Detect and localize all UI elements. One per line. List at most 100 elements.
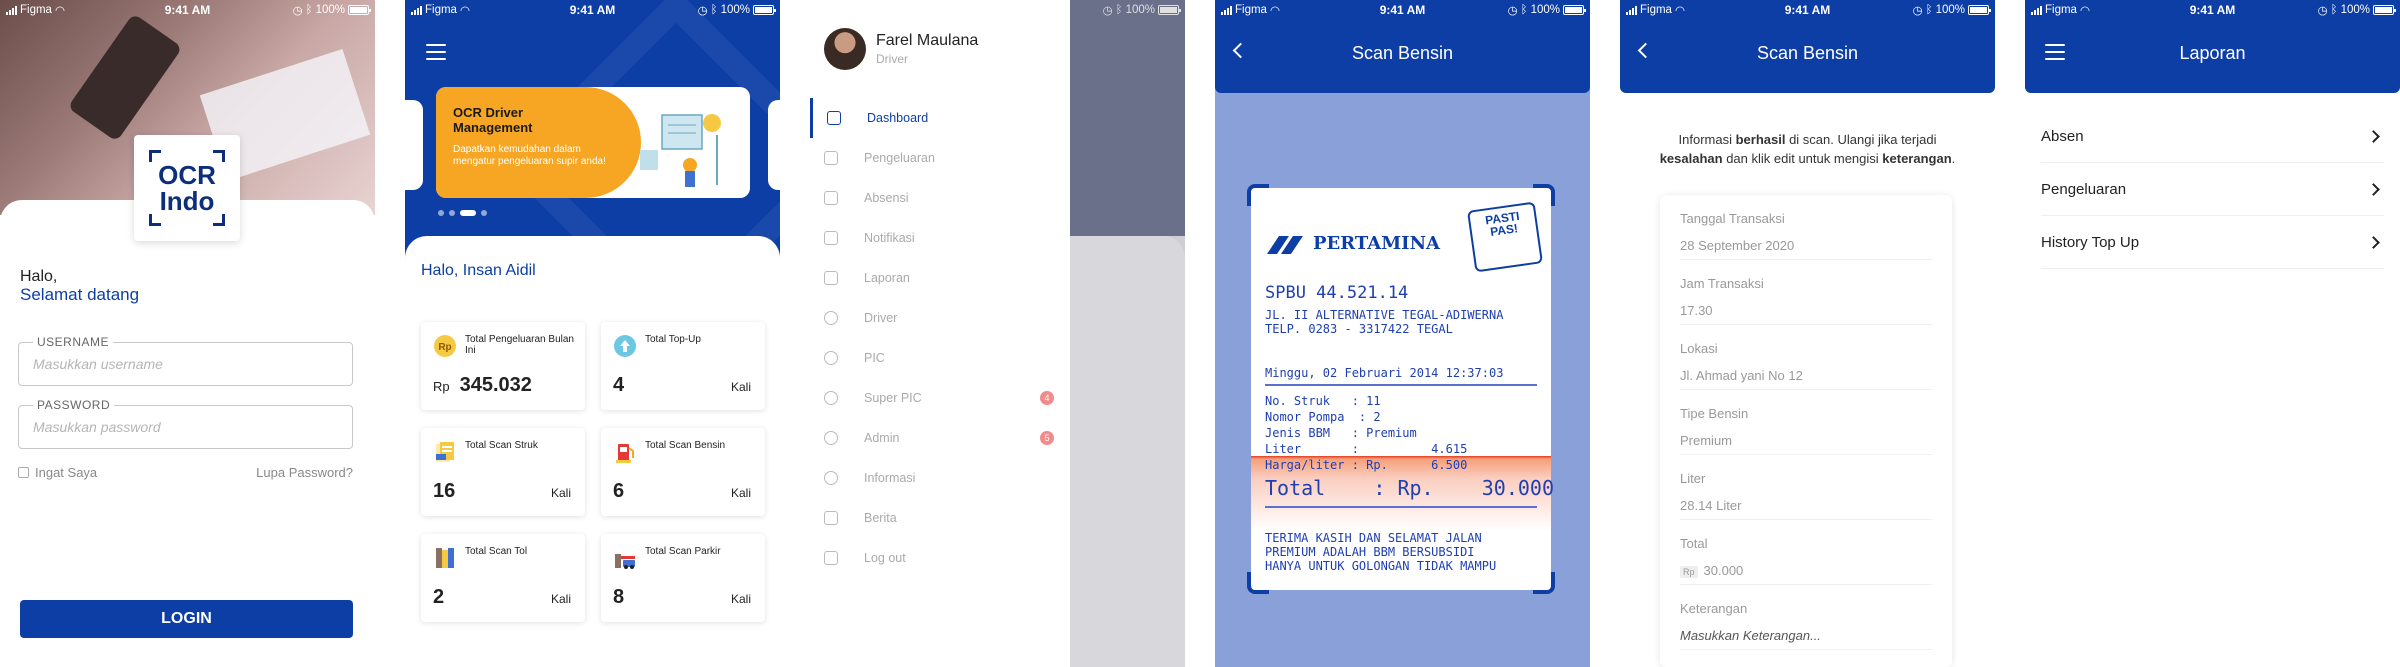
brand-text: PERTAMINA xyxy=(1312,232,1440,254)
menu-item-informasi[interactable]: Informasi xyxy=(810,458,1070,498)
battery-percent: 100% xyxy=(720,4,750,16)
alarm-icon: ◷ xyxy=(1102,5,1113,17)
scan-frame-corner xyxy=(1533,184,1555,206)
dashboard-screen: Figma ◠ 9:41 AM ◷ ᛒ 100% OCR Driver Managem… xyxy=(405,0,780,667)
scan-frame-corner xyxy=(1247,184,1269,206)
carrier-name: Figma xyxy=(20,4,52,16)
forgot-password-link[interactable]: Lupa Password? xyxy=(256,465,353,480)
status-bar: Figma ◠ 9:41 AM ◷ ᛒ 100% xyxy=(2025,0,2400,20)
stat-card-topup[interactable]: Total Top-Up 4 Kali xyxy=(601,322,765,410)
field-value[interactable]: Jl. Ahmad yani No 12 xyxy=(1680,368,1932,390)
users-icon xyxy=(824,391,838,405)
field-label: Jam Transaksi xyxy=(1680,276,1764,291)
status-time: 9:41 AM xyxy=(2189,3,2236,17)
drawer-screen: ◷ ᛒ 100% Farel Maulana Driver Dashboard Pe… xyxy=(810,0,1185,667)
menu-item-dashboard[interactable]: Dashboard xyxy=(810,98,1070,138)
field-label: Lokasi xyxy=(1680,341,1718,356)
list-item-absen[interactable]: Absen xyxy=(2041,110,2384,163)
remember-me-checkbox[interactable]: Ingat Saya xyxy=(18,465,97,480)
menu-item-berita[interactable]: Berita xyxy=(810,498,1070,538)
chevron-right-icon xyxy=(2367,182,2380,196)
keterangan-input[interactable]: Masukkan Keterangan... xyxy=(1680,628,1932,650)
receipt-datetime: Minggu, 02 Februari 2014 12:37:03 xyxy=(1265,366,1504,380)
scan-info-message: Informasi berhasil di scan. Ulangi jika … xyxy=(1659,132,1956,166)
stat-label: Total Pengeluaran Bulan Ini xyxy=(465,334,574,356)
field-value[interactable]: Premium xyxy=(1680,433,1932,455)
status-time: 9:41 AM xyxy=(569,3,616,17)
stat-card-scan-struk[interactable]: Total Scan Struk 16 Kali xyxy=(421,428,585,516)
status-bar: Figma ◠ 9:41 AM ◷ ᛒ 100% xyxy=(1620,0,1995,20)
stat-card-scan-bensin[interactable]: Total Scan Bensin 6 Kali xyxy=(601,428,765,516)
login-button[interactable]: LOGIN xyxy=(20,600,353,638)
banner-next-peek[interactable] xyxy=(768,100,780,190)
menu-item-label: Notifikasi xyxy=(864,231,915,245)
list-item-label: History Top Up xyxy=(2041,233,2140,251)
count-badge: 5 xyxy=(1040,431,1054,445)
signal-icon xyxy=(1626,5,1637,15)
field-value[interactable]: 28 September 2020 xyxy=(1680,238,1932,260)
banner-prev-peek[interactable] xyxy=(405,100,423,190)
list-item-history-top-up[interactable]: History Top Up xyxy=(2041,216,2384,269)
status-time: 9:41 AM xyxy=(1379,3,1426,17)
remember-label: Ingat Saya xyxy=(35,465,98,480)
menu-item-laporan[interactable]: Laporan xyxy=(810,258,1070,298)
app-logo: OCR Indo xyxy=(134,135,240,241)
wifi-icon: ◠ xyxy=(54,5,65,17)
menu-item-label: PIC xyxy=(864,351,885,365)
menu-item-pengeluaran[interactable]: Pengeluaran xyxy=(810,138,1070,178)
field-value[interactable]: 17.30 xyxy=(1680,303,1932,325)
menu-item-label: Pengeluaran xyxy=(864,151,935,165)
stat-label: Total Scan Parkir xyxy=(645,546,721,557)
pertamina-logo: PERTAMINA xyxy=(1265,223,1440,263)
alarm-icon: ◷ xyxy=(292,5,303,17)
password-input[interactable] xyxy=(19,406,352,448)
promo-banner[interactable]: OCR Driver Management Dapatkan kemudahan… xyxy=(436,87,750,198)
battery-percent: 100% xyxy=(1125,4,1155,16)
banner-title: OCR Driver Management xyxy=(453,105,533,135)
menu-item-label: Log out xyxy=(864,551,906,565)
greeting: Halo, Insan Aidil xyxy=(421,262,536,279)
stat-unit: Kali xyxy=(550,592,571,606)
username-input[interactable] xyxy=(19,343,352,385)
username-label: USERNAME xyxy=(33,335,114,349)
field-label: Tipe Bensin xyxy=(1680,406,1749,421)
menu-item-admin[interactable]: Admin 5 xyxy=(810,418,1070,458)
receipt-address: JL. II ALTERNATIVE TEGAL-ADIWERNA xyxy=(1265,308,1504,322)
newspaper-icon xyxy=(824,511,838,525)
menu-item-logout[interactable]: Log out xyxy=(810,538,1070,578)
battery-icon xyxy=(1563,5,1586,15)
chevron-right-icon xyxy=(2367,235,2380,249)
profile-role: Driver xyxy=(876,52,908,66)
report-icon xyxy=(824,271,838,285)
wifi-icon: ◠ xyxy=(459,5,470,17)
stat-card-scan-tol[interactable]: Total Scan Tol 2 Kali xyxy=(421,534,585,622)
stat-label: Total Scan Bensin xyxy=(645,440,726,451)
checkbox-icon xyxy=(18,467,29,478)
field-value[interactable]: 28.14 Liter xyxy=(1680,498,1932,520)
stat-unit: Kali xyxy=(730,592,751,606)
menu-item-driver[interactable]: Driver xyxy=(810,298,1070,338)
stat-card-scan-parkir[interactable]: Total Scan Parkir 8 Kali xyxy=(601,534,765,622)
carousel-dots xyxy=(438,210,487,216)
stat-card-pengeluaran[interactable]: Rp Total Pengeluaran Bulan Ini Rp 345.032 xyxy=(421,322,585,410)
menu-item-label: Absensi xyxy=(864,191,909,205)
field-lokasi: Lokasi Jl. Ahmad yani No 12 xyxy=(1680,341,1932,390)
carrier-name: Figma xyxy=(1235,4,1267,16)
menu-item-super-pic[interactable]: Super PIC 4 xyxy=(810,378,1070,418)
battery-icon xyxy=(753,5,776,15)
menu-item-pic[interactable]: PIC xyxy=(810,338,1070,378)
currency-prefix: Rp xyxy=(1680,566,1698,578)
menu-item-notifikasi[interactable]: Notifikasi xyxy=(810,218,1070,258)
welcome-text: Selamat datang xyxy=(20,285,140,304)
battery-icon xyxy=(2373,5,2396,15)
receipt-footer: HANYA UNTUK GOLONGAN TIDAK MAMPU xyxy=(1265,559,1497,573)
logout-icon xyxy=(824,551,838,565)
hamburger-menu-icon[interactable] xyxy=(426,44,446,60)
field-value[interactable]: Rp 30.000 xyxy=(1680,563,1932,585)
carrier-name: Figma xyxy=(1640,4,1672,16)
menu-item-absensi[interactable]: Absensi xyxy=(810,178,1070,218)
list-item-pengeluaran[interactable]: Pengeluaran xyxy=(2041,163,2384,216)
menu-item-label: Admin xyxy=(864,431,900,445)
status-bar: Figma ◠ 9:41 AM ◷ ᛒ 100% xyxy=(405,0,780,20)
bluetooth-icon: ᛒ xyxy=(1115,4,1123,16)
